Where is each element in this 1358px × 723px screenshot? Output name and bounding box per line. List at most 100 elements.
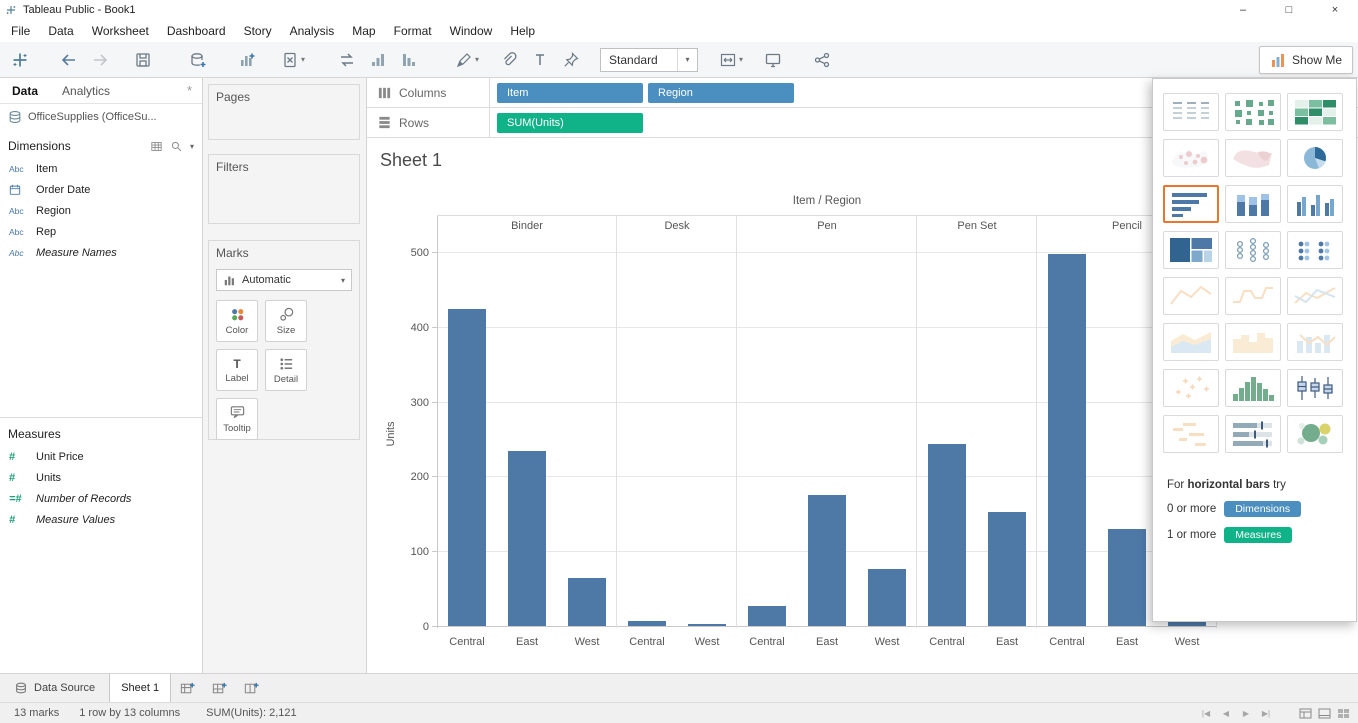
showme-filled-map[interactable] xyxy=(1225,139,1281,177)
size-button[interactable]: Size xyxy=(265,300,307,342)
filters-shelf[interactable]: Filters xyxy=(208,154,360,224)
showme-area-discrete[interactable] xyxy=(1225,323,1281,361)
scroll-tabs-last-icon[interactable]: ▶| xyxy=(1259,709,1273,718)
presentation-mode-button[interactable] xyxy=(759,46,786,73)
showme-box-and-whisker[interactable] xyxy=(1287,369,1343,407)
bar-mark[interactable] xyxy=(988,512,1026,626)
pill-sum-units[interactable]: SUM(Units) xyxy=(497,113,643,133)
label-button[interactable]: TLabel xyxy=(216,349,258,391)
color-button[interactable]: Color xyxy=(216,300,258,342)
datasource-item[interactable]: OfficeSupplies (OfficeSu... xyxy=(0,104,202,130)
maximize-button[interactable]: □ xyxy=(1266,0,1312,20)
menu-help[interactable]: Help xyxy=(501,22,544,40)
mark-type-dropdown[interactable]: Automatic ▾ xyxy=(216,269,352,291)
bar-mark[interactable] xyxy=(928,444,966,626)
bar-mark[interactable] xyxy=(1108,529,1146,626)
field-measure-names[interactable]: AbcMeasure Names xyxy=(0,242,202,263)
sort-descending-button[interactable] xyxy=(395,46,422,73)
pages-shelf[interactable]: Pages xyxy=(208,84,360,140)
pill-item[interactable]: Item xyxy=(497,83,643,103)
highlight-button[interactable] xyxy=(450,46,477,73)
close-button[interactable]: × xyxy=(1312,0,1358,20)
pill-region[interactable]: Region xyxy=(648,83,794,103)
showme-area-continuous[interactable] xyxy=(1163,323,1219,361)
field-order-date[interactable]: Order Date xyxy=(0,179,202,200)
menu-file[interactable]: File xyxy=(2,22,39,40)
new-story-button[interactable] xyxy=(235,674,267,702)
forward-button[interactable] xyxy=(86,46,113,73)
swap-axes-button[interactable] xyxy=(333,46,360,73)
showme-gantt[interactable] xyxy=(1163,415,1219,453)
showme-highlight-table[interactable] xyxy=(1287,93,1343,131)
showme-side-by-side-bars[interactable] xyxy=(1287,185,1343,223)
new-worksheet-button[interactable] xyxy=(233,46,260,73)
menu-analysis[interactable]: Analysis xyxy=(281,22,344,40)
scroll-tabs-next-icon[interactable]: ▶ xyxy=(1239,709,1253,718)
view-data-grid-icon[interactable] xyxy=(150,140,163,153)
showme-text-table[interactable] xyxy=(1163,93,1219,131)
bar-mark[interactable] xyxy=(808,495,846,626)
showme-stacked-bars[interactable] xyxy=(1225,185,1281,223)
sheet-tab-active[interactable]: Sheet 1 xyxy=(109,674,171,702)
tab-analytics[interactable]: Analytics xyxy=(50,78,122,103)
showme-lines-continuous[interactable] xyxy=(1163,277,1219,315)
show-filmstrip-icon[interactable] xyxy=(1318,708,1331,719)
show-me-button[interactable]: Show Me xyxy=(1259,46,1353,74)
search-icon[interactable] xyxy=(170,140,183,153)
back-button[interactable] xyxy=(55,46,82,73)
share-button[interactable] xyxy=(808,46,835,73)
sort-ascending-button[interactable] xyxy=(364,46,391,73)
showme-lines-discrete[interactable] xyxy=(1225,277,1281,315)
new-dashboard-button[interactable] xyxy=(203,674,235,702)
tooltip-button[interactable]: Tooltip xyxy=(216,398,258,440)
showme-scatter-plot[interactable] xyxy=(1163,369,1219,407)
showme-bullet-graph[interactable] xyxy=(1225,415,1281,453)
show-mark-labels-button[interactable] xyxy=(526,46,553,73)
showme-packed-bubbles[interactable] xyxy=(1287,415,1343,453)
field-measure-values[interactable]: #Measure Values xyxy=(0,509,202,530)
field-number-of-records[interactable]: =#Number of Records xyxy=(0,488,202,509)
bar-mark[interactable] xyxy=(568,578,606,626)
plot-area[interactable]: Units 0100200300400500BinderCentralEastW… xyxy=(437,215,1217,627)
field-item[interactable]: AbcItem xyxy=(0,158,202,179)
bar-mark[interactable] xyxy=(748,606,786,626)
showme-horizontal-bars[interactable] xyxy=(1163,185,1219,223)
showme-dual-lines[interactable] xyxy=(1287,277,1343,315)
showme-histogram[interactable] xyxy=(1225,369,1281,407)
menu-dashboard[interactable]: Dashboard xyxy=(158,22,235,40)
chevron-down-icon[interactable]: ▾ xyxy=(475,55,479,64)
bar-mark[interactable] xyxy=(688,624,726,626)
new-datasource-button[interactable] xyxy=(184,46,211,73)
menu-map[interactable]: Map xyxy=(343,22,384,40)
detail-button[interactable]: Detail xyxy=(265,349,307,391)
menu-data[interactable]: Data xyxy=(39,22,82,40)
field-units[interactable]: #Units xyxy=(0,467,202,488)
group-members-button[interactable] xyxy=(495,46,522,73)
scroll-tabs-first-icon[interactable]: |◀ xyxy=(1199,709,1213,718)
show-tabs-icon[interactable] xyxy=(1299,708,1312,719)
clear-sheet-button[interactable] xyxy=(276,46,303,73)
tab-data[interactable]: Data xyxy=(0,78,50,103)
showme-dual-combination[interactable] xyxy=(1287,323,1343,361)
show-sheet-sorter-icon[interactable] xyxy=(1337,708,1350,719)
fit-axes-button[interactable] xyxy=(714,46,741,73)
field-region[interactable]: AbcRegion xyxy=(0,200,202,221)
menu-worksheet[interactable]: Worksheet xyxy=(83,22,158,40)
showme-side-by-side-circles[interactable] xyxy=(1287,231,1343,269)
tableau-logo-button[interactable] xyxy=(6,46,33,73)
bar-mark[interactable] xyxy=(508,451,546,626)
field-unit-price[interactable]: #Unit Price xyxy=(0,446,202,467)
minimize-button[interactable]: – xyxy=(1220,0,1266,20)
fix-axes-button[interactable] xyxy=(557,46,584,73)
new-worksheet-tab-button[interactable] xyxy=(171,674,203,702)
bar-mark[interactable] xyxy=(868,569,906,626)
showme-treemap[interactable] xyxy=(1163,231,1219,269)
menu-story[interactable]: Story xyxy=(235,22,281,40)
showme-symbol-map[interactable] xyxy=(1163,139,1219,177)
bar-mark[interactable] xyxy=(628,621,666,626)
menu-window[interactable]: Window xyxy=(441,22,502,40)
view-fit-select[interactable]: Standard ▾ xyxy=(600,48,698,72)
data-source-tab[interactable]: Data Source xyxy=(0,674,109,702)
showme-pie-chart[interactable] xyxy=(1287,139,1343,177)
chevron-down-icon[interactable]: ▾ xyxy=(301,55,305,64)
